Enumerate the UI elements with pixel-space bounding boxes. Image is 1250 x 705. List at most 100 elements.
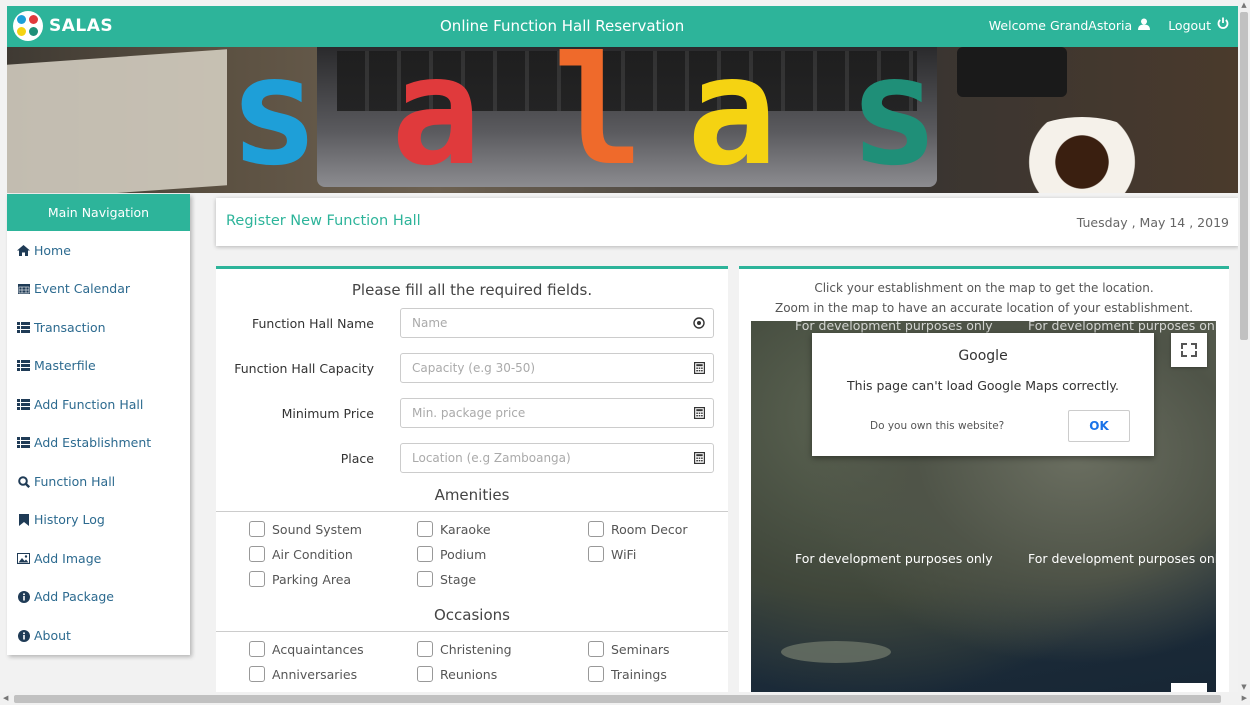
checkbox-label: Acquaintances [272, 641, 364, 657]
divider [216, 631, 728, 632]
sidebar-item-label: About [34, 627, 71, 643]
map-island [781, 641, 891, 663]
checkbox-box[interactable] [588, 521, 604, 537]
sidebar-item-masterfile[interactable]: Masterfile [7, 347, 190, 386]
map-hint: Zoom in the map to have an accurate loca… [774, 301, 1194, 315]
horizontal-scrollbar[interactable]: ◀ ▶ [0, 692, 1250, 705]
checkbox-trainings[interactable]: Trainings [588, 666, 667, 682]
list-icon [17, 437, 30, 449]
sidebar-item-add-establishment[interactable]: Add Establishment [7, 424, 190, 463]
sidebar-item-about[interactable]: About [7, 616, 190, 655]
scroll-up-arrow-icon[interactable]: ▲ [1240, 1, 1248, 9]
sidebar-item-event-calendar[interactable]: Event Calendar [7, 270, 190, 309]
sidebar-item-home[interactable]: Home [7, 231, 190, 270]
sidebar-item-transaction[interactable]: Transaction [7, 308, 190, 347]
scrollbar-thumb[interactable] [1240, 12, 1248, 340]
checkbox-box[interactable] [249, 546, 265, 562]
brand[interactable]: SALAS [13, 11, 113, 41]
checkbox-box[interactable] [417, 521, 433, 537]
scroll-down-arrow-icon[interactable]: ▼ [1240, 683, 1248, 691]
minimum-price-input[interactable] [401, 399, 671, 427]
sidebar-item-add-package[interactable]: Add Package [7, 578, 190, 617]
checkbox-label: WiFi [611, 546, 637, 562]
checkbox-box[interactable] [249, 666, 265, 682]
sidebar-item-add-function-hall[interactable]: Add Function Hall [7, 385, 190, 424]
sidebar-item-label: Masterfile [34, 358, 96, 374]
calculator-icon [693, 452, 705, 465]
brand-name: SALAS [49, 16, 114, 36]
checkbox-stage[interactable]: Stage [417, 571, 476, 587]
place-field[interactable] [400, 443, 714, 473]
power-icon[interactable] [1217, 17, 1229, 33]
checkbox-box[interactable] [588, 546, 604, 562]
ok-button[interactable]: OK [1068, 410, 1130, 442]
checkbox-box[interactable] [249, 571, 265, 587]
scroll-left-arrow-icon[interactable]: ◀ [3, 694, 8, 702]
checkbox-podium[interactable]: Podium [417, 546, 486, 562]
sidebar-item-label: Add Establishment [34, 435, 152, 451]
field-label: Function Hall Name [252, 316, 374, 331]
scrollbar-thumb[interactable] [14, 695, 1221, 703]
checkbox-box[interactable] [417, 546, 433, 562]
function-hall-name-input[interactable] [401, 309, 671, 337]
list-icon [17, 321, 30, 333]
logout-link[interactable]: Logout [1168, 18, 1211, 33]
sidebar-item-label: Add Function Hall [34, 396, 144, 412]
checkbox-karaoke[interactable]: Karaoke [417, 521, 491, 537]
vertical-scrollbar[interactable]: ▲ ▼ [1238, 0, 1250, 692]
function-hall-capacity-input[interactable] [401, 354, 671, 382]
wordmark-letter: a [687, 47, 778, 193]
page-header: Register New Function Hall Tuesday , May… [216, 198, 1239, 246]
dev-watermark: For development purposes only [795, 321, 993, 333]
dev-watermark: For development purposes only [1028, 321, 1216, 333]
checkbox-label: Stage [440, 571, 477, 587]
checkbox-box[interactable] [249, 521, 265, 537]
checkbox-label: Reunions [440, 666, 498, 682]
form-instructions: Please fill all the required fields. [351, 281, 593, 299]
sidebar-item-label: Function Hall [34, 473, 116, 489]
fullscreen-button[interactable] [1171, 333, 1207, 367]
current-date: Tuesday , May 14 , 2019 [1076, 215, 1229, 230]
form-row-price: Minimum Price [216, 398, 728, 428]
list-icon [17, 398, 30, 410]
checkbox-label: Karaoke [440, 521, 491, 537]
dialog-message: This page can't load Google Maps correct… [847, 378, 1119, 393]
sidebar-heading: Main Navigation [7, 194, 190, 231]
checkbox-wifi[interactable]: WiFi [588, 546, 636, 562]
function-hall-capacity-field[interactable] [400, 353, 714, 383]
checkbox-reunions[interactable]: Reunions [417, 666, 497, 682]
function-hall-name-field[interactable] [400, 308, 714, 338]
minimum-price-field[interactable] [400, 398, 714, 428]
sidebar-item-add-image[interactable]: Add Image [7, 539, 190, 578]
sidebar-item-function-hall[interactable]: Function Hall [7, 462, 190, 501]
sidebar-item-history-log[interactable]: History Log [7, 501, 190, 540]
form-row-name: Function Hall Name [216, 308, 728, 338]
salas-logo-icon [13, 11, 43, 41]
checkbox-christening[interactable]: Christening [417, 641, 512, 657]
salas-wordmark: s a l a s [7, 47, 1239, 193]
checkbox-box[interactable] [417, 571, 433, 587]
scroll-right-arrow-icon[interactable]: ▶ [1242, 694, 1247, 702]
checkbox-box[interactable] [588, 666, 604, 682]
dev-watermark: For development purposes only [795, 551, 993, 566]
wordmark-letter: s [849, 47, 940, 193]
checkbox-air-condition[interactable]: Air Condition [249, 546, 353, 562]
checkbox-box[interactable] [417, 641, 433, 657]
google-map[interactable]: For development purposes only For develo… [751, 321, 1216, 696]
checkbox-sound-system[interactable]: Sound System [249, 521, 362, 537]
checkbox-parking-area[interactable]: Parking Area [249, 571, 351, 587]
checkbox-box[interactable] [249, 641, 265, 657]
place-input[interactable] [401, 444, 671, 472]
own-website-link[interactable]: Do you own this website? [870, 420, 1004, 432]
checkbox-box[interactable] [588, 641, 604, 657]
checkbox-anniversaries[interactable]: Anniversaries [249, 666, 357, 682]
sidebar-item-label: Add Image [34, 550, 102, 566]
checkbox-room-decor[interactable]: Room Decor [588, 521, 688, 537]
form-row-capacity: Function Hall Capacity [216, 353, 728, 383]
checkbox-box[interactable] [417, 666, 433, 682]
calculator-icon [693, 362, 705, 375]
checkbox-acquaintances[interactable]: Acquaintances [249, 641, 364, 657]
sidebar-item-label: Add Package [34, 589, 114, 605]
location-panel: Click your establishment on the map to g… [739, 266, 1229, 696]
checkbox-seminars[interactable]: Seminars [588, 641, 670, 657]
